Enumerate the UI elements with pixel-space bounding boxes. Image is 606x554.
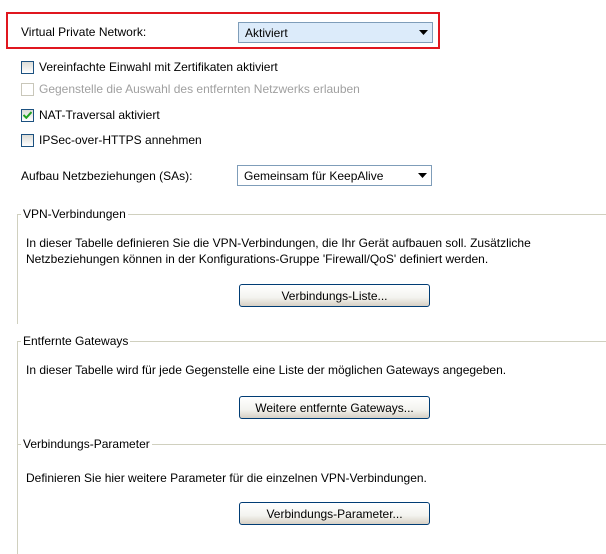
checkbox-icon[interactable] [21,133,34,147]
group-title-vpn-connections: VPN-Verbindungen [21,207,128,221]
checkbox-icon[interactable] [21,60,34,74]
vpn-select-value: Aktiviert [245,25,288,40]
group-description-connection-parameters: Definieren Sie hier weitere Parameter fü… [26,470,606,486]
group-frame-connection-parameters [17,444,606,554]
checkbox-label: NAT-Traversal aktiviert [39,108,160,122]
checkbox-label: Vereinfachte Einwahl mit Zertifikaten ak… [39,60,278,74]
checkbox-remote-network-choice: Gegenstelle die Auswahl des entfernten N… [21,81,360,97]
checkbox-label: Gegenstelle die Auswahl des entfernten N… [39,82,360,96]
connection-parameters-button[interactable]: Verbindungs-Parameter... [239,502,430,525]
checkbox-simplified-dialin[interactable]: Vereinfachte Einwahl mit Zertifikaten ak… [21,59,278,75]
connection-list-button[interactable]: Verbindungs-Liste... [239,284,430,307]
description-line: Definieren Sie hier weitere Parameter fü… [26,471,427,485]
group-title-connection-parameters: Verbindungs-Parameter [21,437,152,451]
description-line: Netzbeziehungen können in der Konfigurat… [26,252,489,266]
sa-select-value: Gemeinsam für KeepAlive [244,168,384,183]
checkmark-icon [23,111,32,119]
vpn-select[interactable]: Aktiviert [238,22,433,43]
checkbox-icon [21,82,34,96]
checkbox-nat-traversal[interactable]: NAT-Traversal aktiviert [21,107,160,123]
group-frame-vpn-connections [17,214,606,324]
vpn-label: Virtual Private Network: [21,25,147,39]
group-title-remote-gateways: Entfernte Gateways [21,334,131,348]
sa-label: Aufbau Netzbeziehungen (SAs): [21,169,193,183]
chevron-down-icon[interactable] [413,166,431,185]
sa-select[interactable]: Gemeinsam für KeepAlive [237,165,432,186]
checkbox-icon[interactable] [21,108,34,122]
checkbox-ipsec-over-https[interactable]: IPSec-over-HTTPS annehmen [21,132,202,148]
group-description-remote-gateways: In dieser Tabelle wird für jede Gegenste… [26,362,606,378]
more-remote-gateways-button[interactable]: Weitere entfernte Gateways... [239,396,430,419]
checkbox-label: IPSec-over-HTTPS annehmen [39,133,202,147]
group-description-vpn-connections: In dieser Tabelle definieren Sie die VPN… [26,235,606,267]
description-line: In dieser Tabelle wird für jede Gegenste… [26,363,507,377]
description-line: In dieser Tabelle definieren Sie die VPN… [26,236,531,250]
chevron-down-icon[interactable] [414,23,432,42]
